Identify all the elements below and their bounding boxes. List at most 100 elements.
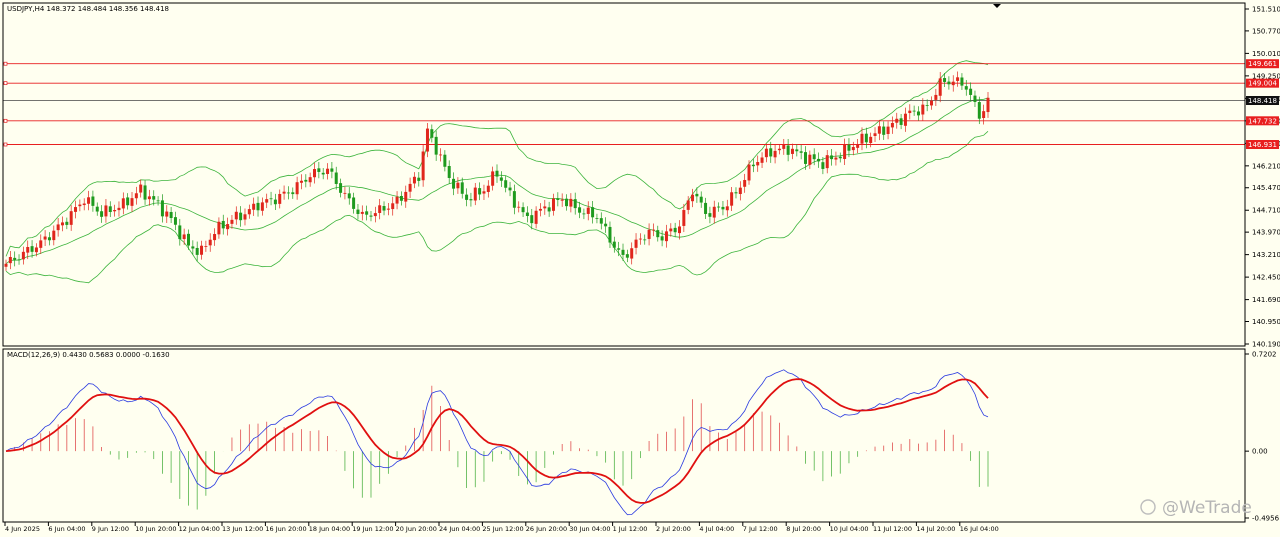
candle-body[interactable] xyxy=(790,148,794,154)
candle-body[interactable] xyxy=(169,212,173,219)
candle-body[interactable] xyxy=(886,126,890,135)
candle-body[interactable] xyxy=(265,199,269,203)
candle-body[interactable] xyxy=(695,193,699,197)
candle-body[interactable] xyxy=(651,229,655,231)
candle-body[interactable] xyxy=(638,238,642,240)
candle-body[interactable] xyxy=(890,122,894,128)
candle-body[interactable] xyxy=(947,81,951,85)
candle-body[interactable] xyxy=(565,198,569,207)
candle-body[interactable] xyxy=(482,191,486,194)
candle-body[interactable] xyxy=(851,146,855,151)
candle-body[interactable] xyxy=(195,247,199,255)
candle-body[interactable] xyxy=(486,185,490,192)
candle-body[interactable] xyxy=(738,187,742,195)
candle-body[interactable] xyxy=(825,155,829,169)
candle-body[interactable] xyxy=(386,208,390,210)
candle-body[interactable] xyxy=(100,211,104,217)
candle-body[interactable] xyxy=(764,148,768,158)
candle-body[interactable] xyxy=(395,196,399,204)
candle-body[interactable] xyxy=(925,105,929,106)
candle-body[interactable] xyxy=(534,210,538,224)
candle-body[interactable] xyxy=(443,154,447,167)
candle-body[interactable] xyxy=(951,81,955,86)
candle-body[interactable] xyxy=(13,257,17,260)
candle-body[interactable] xyxy=(899,118,903,125)
candle-body[interactable] xyxy=(834,157,838,160)
candle-body[interactable] xyxy=(217,221,221,235)
candle-body[interactable] xyxy=(743,179,747,187)
candle-body[interactable] xyxy=(604,223,608,227)
candle-body[interactable] xyxy=(747,164,751,181)
candle-body[interactable] xyxy=(860,133,864,144)
candle-body[interactable] xyxy=(339,183,343,193)
candle-body[interactable] xyxy=(208,239,212,246)
candle-body[interactable] xyxy=(147,196,151,200)
candle-body[interactable] xyxy=(612,241,616,248)
candle-body[interactable] xyxy=(508,187,512,191)
candle-body[interactable] xyxy=(704,202,708,214)
candle-body[interactable] xyxy=(682,210,686,226)
candle-body[interactable] xyxy=(308,177,312,183)
candle-body[interactable] xyxy=(221,220,225,229)
candle-body[interactable] xyxy=(273,199,277,205)
candle-body[interactable] xyxy=(117,207,121,211)
candle-body[interactable] xyxy=(530,215,534,224)
candle-body[interactable] xyxy=(643,239,647,241)
candle-body[interactable] xyxy=(330,168,334,172)
candle-body[interactable] xyxy=(895,118,899,123)
candle-body[interactable] xyxy=(447,166,451,178)
candle-body[interactable] xyxy=(973,95,977,103)
candle-body[interactable] xyxy=(326,168,330,174)
candle-body[interactable] xyxy=(908,110,912,114)
candle-body[interactable] xyxy=(239,212,243,221)
candle-body[interactable] xyxy=(91,196,95,206)
candle-body[interactable] xyxy=(621,249,625,255)
candle-body[interactable] xyxy=(191,246,195,249)
candle-body[interactable] xyxy=(173,217,177,225)
candle-body[interactable] xyxy=(295,182,299,195)
candle-body[interactable] xyxy=(408,183,412,192)
candle-body[interactable] xyxy=(391,203,395,210)
candle-body[interactable] xyxy=(8,256,12,264)
candle-body[interactable] xyxy=(343,192,347,194)
candle-body[interactable] xyxy=(186,233,190,246)
candle-body[interactable] xyxy=(843,144,847,159)
candle-body[interactable] xyxy=(56,224,60,231)
candle-body[interactable] xyxy=(903,113,907,126)
candle-body[interactable] xyxy=(830,155,834,160)
candle-body[interactable] xyxy=(699,196,703,203)
candle-body[interactable] xyxy=(660,236,664,241)
candle-body[interactable] xyxy=(369,215,373,217)
candle-body[interactable] xyxy=(130,198,134,206)
candle-body[interactable] xyxy=(543,206,547,209)
candle-body[interactable] xyxy=(412,176,416,184)
candle-body[interactable] xyxy=(143,185,147,200)
candle-body[interactable] xyxy=(517,206,521,208)
candle-body[interactable] xyxy=(882,126,886,135)
candle-body[interactable] xyxy=(586,207,590,214)
candle-body[interactable] xyxy=(226,224,230,230)
candle-body[interactable] xyxy=(478,188,482,195)
candle-body[interactable] xyxy=(108,206,112,213)
candle-body[interactable] xyxy=(121,198,125,209)
candle-body[interactable] xyxy=(421,151,425,181)
candle-body[interactable] xyxy=(686,200,690,210)
candle-body[interactable] xyxy=(782,144,786,149)
candle-body[interactable] xyxy=(434,136,438,155)
candle-body[interactable] xyxy=(52,230,56,241)
candle-body[interactable] xyxy=(104,205,108,217)
candle-body[interactable] xyxy=(647,229,651,239)
candle-body[interactable] xyxy=(634,239,638,248)
candle-body[interactable] xyxy=(677,226,681,234)
candle-body[interactable] xyxy=(352,197,356,209)
candle-body[interactable] xyxy=(786,145,790,155)
candle-body[interactable] xyxy=(43,236,47,240)
candle-body[interactable] xyxy=(278,193,282,204)
candle-body[interactable] xyxy=(47,237,51,241)
candle-body[interactable] xyxy=(304,179,308,182)
candle-body[interactable] xyxy=(156,200,160,202)
candle-body[interactable] xyxy=(74,207,78,212)
candle-body[interactable] xyxy=(969,88,973,95)
candle-body[interactable] xyxy=(286,192,290,194)
candle-body[interactable] xyxy=(525,212,529,217)
